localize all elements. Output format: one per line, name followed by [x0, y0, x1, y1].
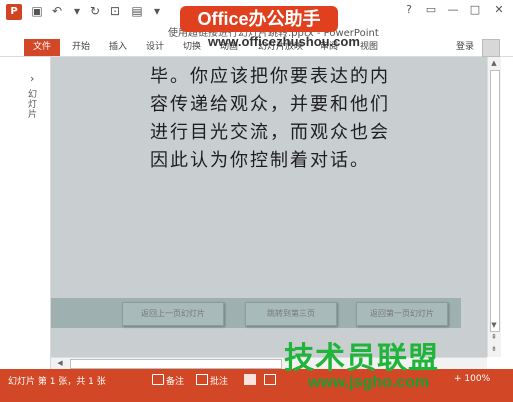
previous-slide-icon[interactable]: ⇞: [488, 332, 500, 342]
help-button[interactable]: ?: [400, 3, 418, 17]
thumbnail-pane-label: 幻灯片: [28, 90, 38, 120]
notes-icon[interactable]: [152, 374, 164, 385]
expand-pane-icon[interactable]: ›: [30, 72, 34, 85]
tab-insert[interactable]: 插入: [103, 38, 133, 56]
next-slide-icon[interactable]: ⇟: [488, 344, 500, 354]
undo-dropdown-icon[interactable]: ▾: [70, 4, 84, 18]
sign-in-link[interactable]: 登录: [456, 38, 474, 56]
present-icon[interactable]: ⊡: [108, 4, 122, 18]
comments-button[interactable]: 批注: [210, 374, 228, 387]
tab-file[interactable]: 文件: [24, 39, 60, 56]
comments-icon[interactable]: [196, 374, 208, 385]
jsgho-url-watermark: www.jsgho.com: [308, 374, 430, 391]
goto-slide3-link-button[interactable]: 跳转到第三页: [245, 302, 337, 326]
office-zhushou-url-watermark: www.officezhushou.com: [208, 34, 360, 49]
slide-text-line: 毕。你应该把你要表达的内: [150, 66, 390, 87]
tab-transitions[interactable]: 切换: [177, 38, 207, 56]
minimize-button[interactable]: —: [444, 3, 462, 17]
zoom-level[interactable]: + 100%: [454, 374, 490, 384]
powerpoint-logo-icon: P: [6, 4, 22, 20]
avatar-icon[interactable]: [482, 39, 500, 57]
vertical-scroll-thumb[interactable]: [490, 70, 500, 332]
close-button[interactable]: ✕: [490, 3, 508, 17]
scroll-down-icon[interactable]: ▼: [488, 320, 500, 330]
ribbon-options-button[interactable]: ▭: [422, 3, 440, 17]
slide-sorter-icon[interactable]: [264, 374, 276, 385]
slide-count-status: 幻灯片 第 1 张，共 1 张: [8, 377, 106, 387]
slide-text-line: 因此认为你控制着对话。: [150, 150, 370, 171]
slide-text-line: 容传递给观众，并要和他们: [150, 94, 390, 115]
prev-slide-link-button[interactable]: 返回上一页幻灯片: [122, 302, 224, 326]
jsgho-watermark: 技术员联盟: [284, 341, 439, 376]
maximize-button[interactable]: □: [466, 3, 484, 17]
redo-icon[interactable]: ↻: [88, 4, 102, 18]
customize-toolbar-icon[interactable]: ▾: [150, 4, 164, 18]
office-zhushou-watermark: Office办公助手: [180, 6, 338, 32]
tab-design[interactable]: 设计: [140, 38, 170, 56]
tab-home[interactable]: 开始: [66, 38, 96, 56]
horizontal-scroll-thumb[interactable]: [70, 359, 282, 369]
thumbnail-pane: [0, 57, 51, 369]
start-slideshow-icon[interactable]: ▤: [130, 4, 144, 18]
scroll-up-icon[interactable]: ▲: [488, 58, 500, 68]
undo-icon[interactable]: ↶: [50, 4, 64, 18]
slide-text-line: 进行目光交流，而观众也会: [150, 122, 390, 143]
normal-view-icon[interactable]: [244, 374, 256, 385]
first-slide-link-button[interactable]: 返回第一页幻灯片: [356, 302, 448, 326]
notes-button[interactable]: 备注: [166, 374, 184, 387]
scroll-left-icon[interactable]: ◀: [54, 358, 66, 368]
save-icon[interactable]: ▣: [30, 4, 44, 18]
